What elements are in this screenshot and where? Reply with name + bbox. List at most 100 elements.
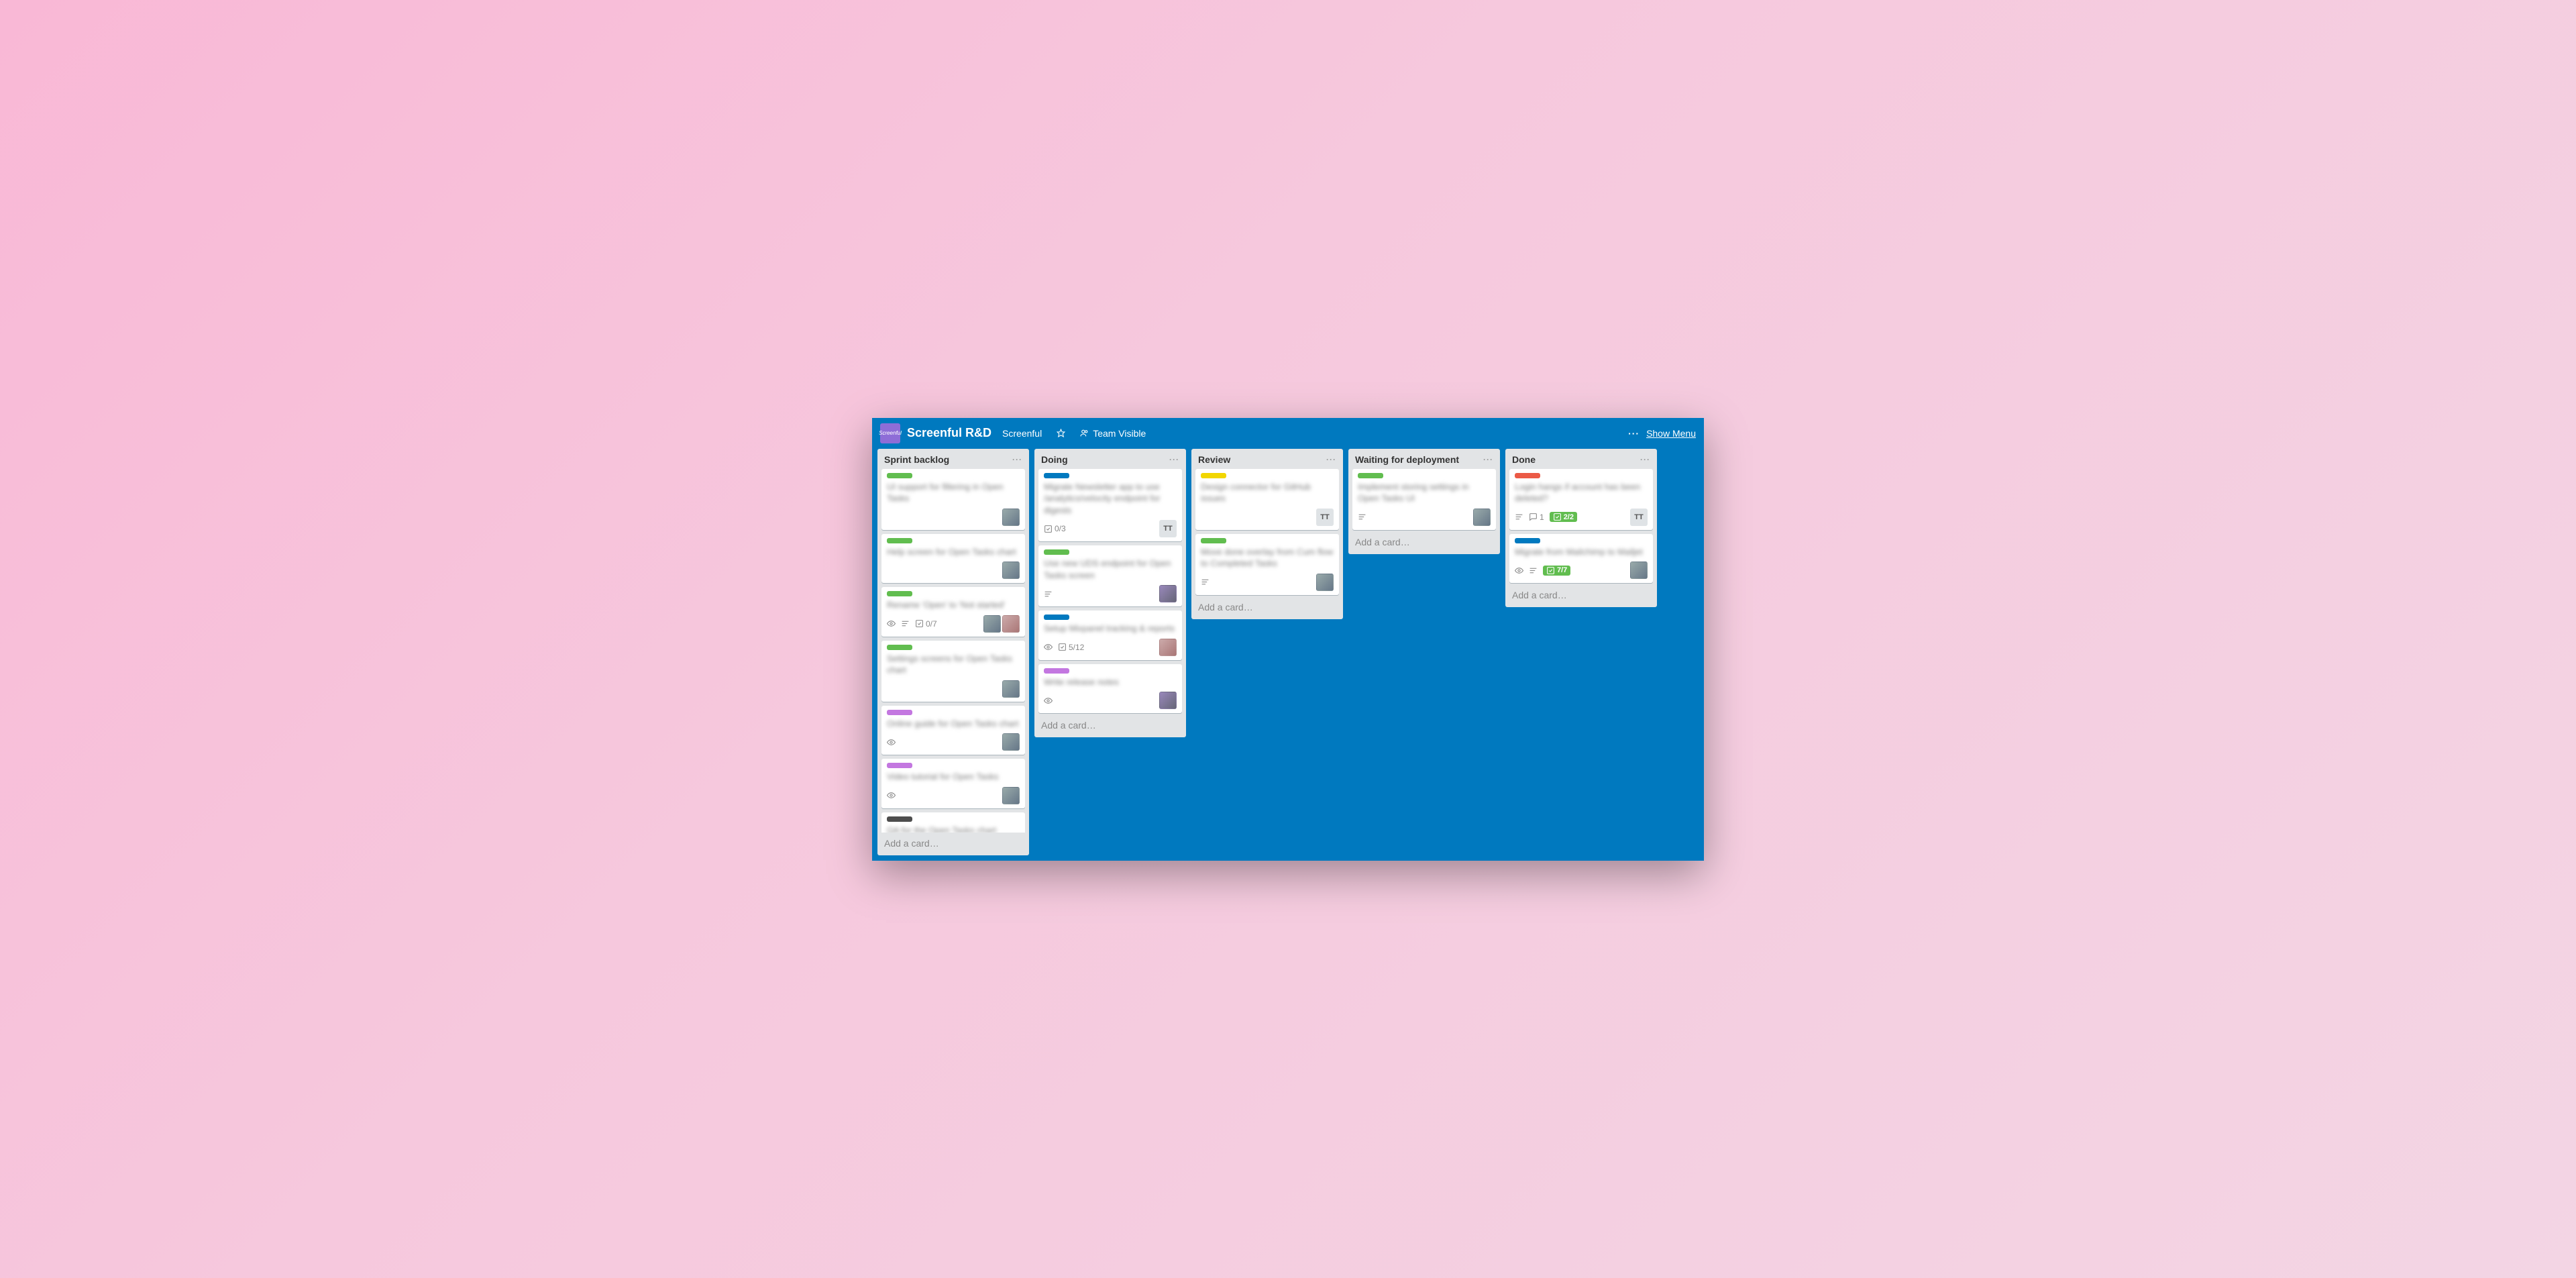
card-label[interactable] (1515, 538, 1540, 543)
card-label[interactable] (887, 763, 912, 768)
add-card-button[interactable]: Add a card… (1505, 584, 1657, 607)
card-footer: 0/7 (887, 615, 1020, 633)
eye-icon (1044, 696, 1053, 705)
card[interactable]: QA for the Open Tasks chart TT (881, 812, 1025, 833)
board-canvas[interactable]: Sprint backlog ··· UI support for filter… (872, 449, 1704, 861)
list-menu-button[interactable]: ··· (1012, 455, 1022, 464)
list-menu-button[interactable]: ··· (1169, 455, 1179, 464)
card[interactable]: Write release notes (1038, 664, 1182, 714)
member-initials[interactable]: TT (1316, 509, 1334, 526)
list-cards: Login hangs if account has been deleted?… (1505, 468, 1657, 585)
card-label[interactable] (887, 710, 912, 715)
list-title[interactable]: Waiting for deployment (1355, 454, 1459, 465)
card-members (1002, 509, 1020, 526)
watch-badge (887, 791, 896, 800)
card[interactable]: Move done overlay from Cum flow to Compl… (1195, 534, 1339, 595)
visibility-label: Team Visible (1093, 428, 1146, 439)
member-avatar[interactable] (1002, 680, 1020, 698)
card-label[interactable] (1044, 615, 1069, 620)
show-menu-button[interactable]: Show Menu (1646, 428, 1696, 439)
board-title[interactable]: Screenful R&D (907, 426, 991, 440)
watch-badge (1515, 566, 1523, 575)
list-cards: Implement storing settings in Open Tasks… (1348, 468, 1500, 531)
add-card-button[interactable]: Add a card… (1191, 596, 1343, 619)
card[interactable]: Video tutorial for Open Tasks (881, 759, 1025, 808)
card-label[interactable] (1515, 473, 1540, 478)
add-card-button[interactable]: Add a card… (1034, 714, 1186, 737)
member-avatar[interactable] (983, 615, 1001, 633)
card-label[interactable] (1044, 668, 1069, 674)
card-label[interactable] (1044, 549, 1069, 555)
list-menu-button[interactable]: ··· (1483, 455, 1493, 464)
team-name-button[interactable]: Screenful (998, 425, 1046, 441)
team-logo[interactable]: Screenful (880, 423, 900, 443)
card-label[interactable] (1201, 473, 1226, 478)
card[interactable]: Use new UDS endpoint for Open Tasks scre… (1038, 545, 1182, 606)
list-header: Waiting for deployment ··· (1348, 449, 1500, 468)
card-label[interactable] (887, 591, 912, 596)
star-board-button[interactable] (1053, 426, 1069, 440)
list-title[interactable]: Review (1198, 454, 1230, 465)
list-menu-button[interactable]: ··· (1640, 455, 1650, 464)
member-avatar[interactable] (1159, 585, 1177, 602)
member-avatar[interactable] (1002, 562, 1020, 579)
list-menu-button[interactable]: ··· (1326, 455, 1336, 464)
member-avatar[interactable] (1630, 562, 1648, 579)
description-icon (1529, 566, 1538, 575)
card[interactable]: Migrate Newsletter app to use /analytics… (1038, 469, 1182, 542)
add-card-button[interactable]: Add a card… (877, 833, 1029, 855)
member-avatar[interactable] (1473, 509, 1491, 526)
eye-icon (887, 619, 896, 628)
visibility-button[interactable]: Team Visible (1076, 425, 1150, 441)
card-label[interactable] (887, 538, 912, 543)
card-badges (887, 791, 896, 800)
comment-badge: 1 (1529, 513, 1544, 522)
card-members (1473, 509, 1491, 526)
list-header: Sprint backlog ··· (877, 449, 1029, 468)
card[interactable]: Help screen for Open Tasks chart (881, 534, 1025, 584)
description-icon (1044, 590, 1053, 598)
member-initials[interactable]: TT (1159, 520, 1177, 537)
card-footer (1044, 692, 1177, 709)
card-label[interactable] (1201, 538, 1226, 543)
member-avatar[interactable] (1002, 733, 1020, 751)
card-badges (1044, 590, 1053, 598)
card-label[interactable] (1044, 473, 1069, 478)
watch-badge (1044, 696, 1053, 705)
card-label[interactable] (1358, 473, 1383, 478)
member-avatar[interactable] (1316, 574, 1334, 591)
card-title: Use new UDS endpoint for Open Tasks scre… (1044, 557, 1177, 581)
card-footer (887, 787, 1020, 804)
card[interactable]: Migrate from Mailchimp to Mailjet 7/7 (1509, 534, 1653, 584)
list-header: Done ··· (1505, 449, 1657, 468)
card-footer (1201, 574, 1334, 591)
card[interactable]: Design connector for GitHub issues TT (1195, 469, 1339, 530)
member-avatar[interactable] (1159, 692, 1177, 709)
member-initials[interactable]: TT (1630, 509, 1648, 526)
watch-badge (887, 738, 896, 747)
card[interactable]: Implement storing settings in Open Tasks… (1352, 469, 1496, 530)
list-title[interactable]: Sprint backlog (884, 454, 949, 465)
card-badges: 7/7 (1515, 566, 1570, 576)
card[interactable]: Online guide for Open Tasks chart (881, 706, 1025, 755)
card-label[interactable] (887, 816, 912, 822)
card[interactable]: Login hangs if account has been deleted?… (1509, 469, 1653, 530)
description-icon (1515, 513, 1523, 521)
card[interactable]: Rename 'Open' to 'Not started' 0/7 (881, 587, 1025, 637)
card[interactable]: UI support for filtering in Open Tasks (881, 469, 1025, 530)
member-avatar[interactable] (1002, 615, 1020, 633)
card[interactable]: Settings screens for Open Tasks chart (881, 641, 1025, 702)
card-label[interactable] (887, 645, 912, 650)
list-title[interactable]: Doing (1041, 454, 1068, 465)
card-footer (1358, 509, 1491, 526)
member-avatar[interactable] (1159, 639, 1177, 656)
card-label[interactable] (887, 473, 912, 478)
list-title[interactable]: Done (1512, 454, 1536, 465)
member-avatar[interactable] (1002, 787, 1020, 804)
card-title: Migrate Newsletter app to use /analytics… (1044, 481, 1177, 517)
add-card-button[interactable]: Add a card… (1348, 531, 1500, 554)
checklist-complete-badge: 2/2 (1550, 512, 1577, 522)
member-avatar[interactable] (1002, 509, 1020, 526)
menu-ellipsis-icon[interactable]: ··· (1628, 428, 1640, 439)
card[interactable]: Setup Mixpanel tracking & reports 5/12 (1038, 610, 1182, 660)
